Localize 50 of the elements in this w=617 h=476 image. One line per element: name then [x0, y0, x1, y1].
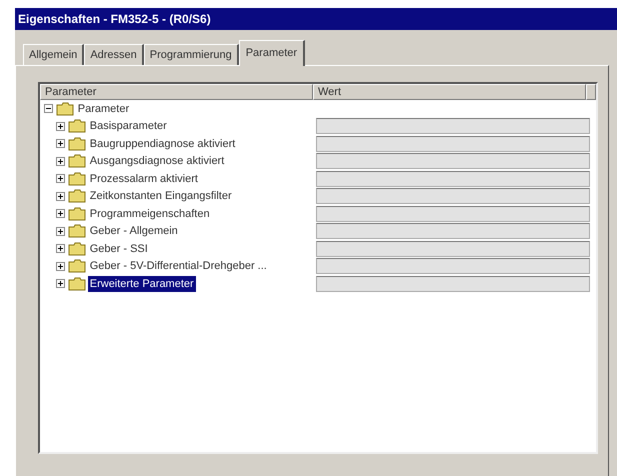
expand-icon[interactable]	[56, 244, 65, 254]
expand-icon[interactable]	[56, 139, 65, 148]
value-field[interactable]	[316, 136, 590, 152]
expand-icon[interactable]	[56, 174, 65, 184]
folder-icon	[68, 276, 86, 291]
folder-icon	[68, 119, 86, 134]
tree-item[interactable]: Programmeigenschaften	[88, 206, 212, 222]
tree-item[interactable]: Geber - 5V-Differential-Drehgeber ...	[88, 258, 269, 274]
tree-item[interactable]: Geber - SSI	[88, 240, 150, 257]
value-field[interactable]	[316, 240, 590, 257]
tree-item[interactable]: Baugruppendiagnose aktiviert	[88, 136, 238, 152]
value-field[interactable]	[316, 170, 590, 187]
expand-icon[interactable]	[56, 209, 65, 218]
collapse-icon[interactable]	[44, 104, 53, 114]
expand-icon[interactable]	[56, 156, 65, 166]
column-header[interactable]: Parameter	[40, 84, 313, 100]
tree-item[interactable]: Erweiterte Parameter	[88, 276, 196, 292]
value-field[interactable]	[316, 118, 590, 134]
tree-item[interactable]: Parameter	[76, 100, 132, 117]
value-field[interactable]	[316, 188, 590, 204]
tree-item[interactable]: Zeitkonstanten Eingangsfilter	[88, 188, 234, 204]
expand-icon[interactable]	[56, 192, 65, 201]
folder-icon	[68, 206, 86, 221]
tab[interactable]: Parameter	[238, 40, 306, 66]
folder-icon	[68, 154, 86, 168]
folder-icon	[56, 102, 74, 116]
value-field[interactable]	[316, 153, 590, 170]
folder-icon	[68, 136, 86, 151]
value-field[interactable]	[316, 276, 590, 292]
value-field[interactable]	[316, 206, 590, 222]
folder-icon	[68, 172, 86, 186]
expand-icon[interactable]	[56, 279, 65, 288]
column-header[interactable]: Wert	[313, 84, 586, 100]
expand-icon[interactable]	[56, 226, 65, 236]
folder-icon	[68, 242, 86, 256]
folder-icon	[68, 189, 86, 204]
tab[interactable]: Adressen	[84, 44, 144, 65]
expand-icon[interactable]	[56, 122, 65, 131]
tree-item[interactable]: Ausgangsdiagnose aktiviert	[88, 153, 226, 170]
expand-icon[interactable]	[56, 262, 65, 271]
tab[interactable]: Allgemein	[23, 44, 84, 65]
tree-item[interactable]: Geber - Allgemein	[88, 223, 180, 240]
tab[interactable]: Programmierung	[144, 44, 239, 65]
value-field[interactable]	[316, 223, 590, 240]
tree-item[interactable]: Basisparameter	[88, 118, 169, 134]
folder-icon	[68, 224, 86, 238]
window-title: Eigenschaften - FM352-5 - (R0/S6)	[15, 8, 617, 30]
value-field[interactable]	[316, 258, 590, 274]
folder-icon	[68, 259, 86, 274]
tree-item[interactable]: Prozessalarm aktiviert	[88, 170, 200, 187]
